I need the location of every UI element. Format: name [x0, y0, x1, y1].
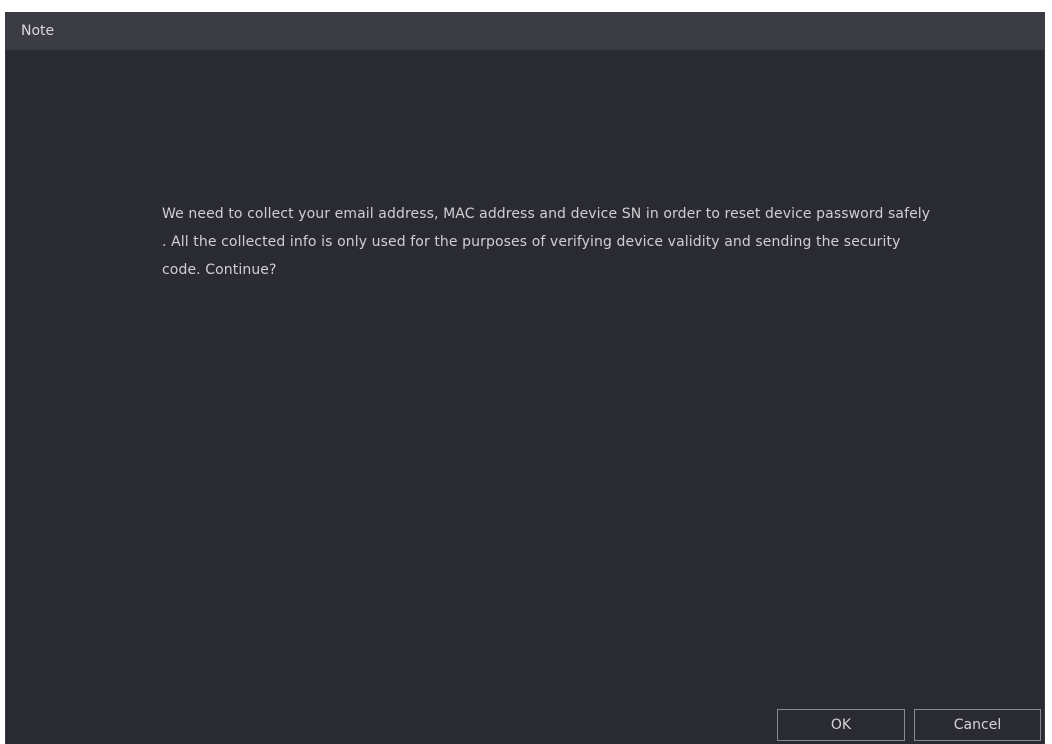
note-dialog: Note We need to collect your email addre… — [5, 12, 1045, 744]
dialog-title-bar: Note — [6, 12, 1044, 50]
dialog-message: We need to collect your email address, M… — [162, 206, 931, 278]
ok-button[interactable]: OK — [777, 709, 905, 741]
dialog-title: Note — [21, 23, 55, 39]
top-background-strip — [0, 0, 1052, 12]
cancel-button[interactable]: Cancel — [914, 709, 1041, 741]
